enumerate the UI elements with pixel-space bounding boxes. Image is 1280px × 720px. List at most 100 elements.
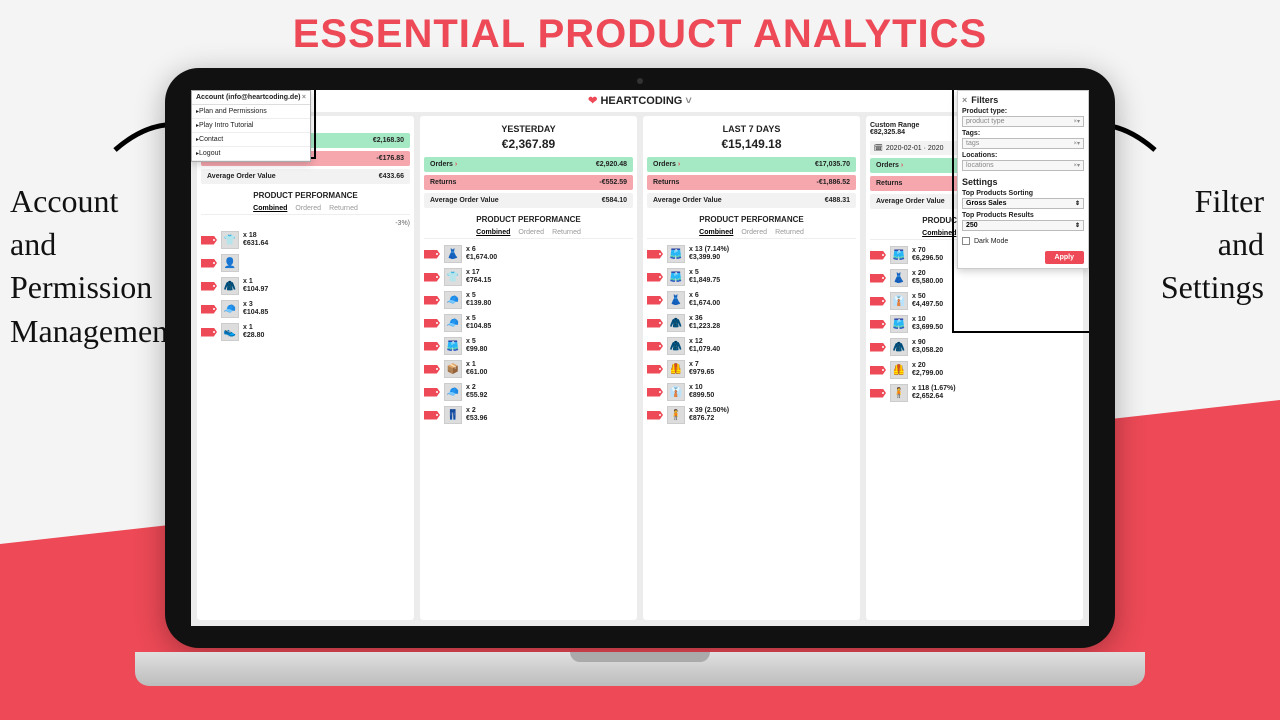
returns-pill[interactable]: Returns-€1,886.52	[647, 175, 856, 190]
tab-combined[interactable]: Combined	[476, 229, 510, 236]
sale-tag-icon	[647, 365, 663, 374]
product-row[interactable]: 🧢x 3€104.85	[201, 299, 410, 319]
product-thumb: 🩳	[667, 245, 685, 263]
calendar-icon: 🗓	[874, 144, 883, 152]
locations-select[interactable]: locations×▾	[962, 160, 1084, 171]
tab-ordered[interactable]: Ordered	[295, 205, 321, 212]
heart-icon: ❤	[588, 95, 597, 107]
orders-pill[interactable]: Orders ›€2,920.48	[424, 157, 633, 172]
product-thumb: 👗	[667, 291, 685, 309]
sale-tag-icon	[201, 259, 217, 268]
laptop-base	[135, 652, 1145, 686]
product-row[interactable]: 🦺x 20€2,799.00	[870, 360, 1079, 380]
sale-tag-icon	[424, 411, 440, 420]
sale-tag-icon	[424, 342, 440, 351]
account-menu-item[interactable]: Contact	[192, 133, 310, 147]
app-screen: ❤ HEARTCODING ˅ Orders ›€2,168.30Returns…	[191, 90, 1089, 626]
sale-tag-icon	[647, 296, 663, 305]
sort-select[interactable]: Gross Sales⇕	[962, 198, 1084, 209]
results-select[interactable]: 250⇕	[962, 220, 1084, 231]
sale-tag-icon	[870, 297, 886, 306]
product-row[interactable]: 👖x 2€53.96	[424, 405, 633, 425]
product-thumb: 🧥	[221, 277, 239, 295]
aov-pill: Average Order Value€584.10	[424, 193, 633, 208]
tab-combined[interactable]: Combined	[253, 205, 287, 212]
product-thumb: 👟	[221, 323, 239, 341]
product-row[interactable]: 🦺x 7€979.65	[647, 359, 856, 379]
product-row[interactable]: 🧥x 36€1,223.28	[647, 313, 856, 333]
product-row[interactable]: 👕x 17€764.15	[424, 267, 633, 287]
headline: ESSENTIAL PRODUCT ANALYTICS	[0, 12, 1280, 57]
sale-tag-icon	[647, 273, 663, 282]
product-row[interactable]: 🧢x 2€55.92	[424, 382, 633, 402]
product-thumb: 👔	[667, 383, 685, 401]
product-thumb: 🧢	[221, 300, 239, 318]
product-row[interactable]: 📦x 1€61.00	[424, 359, 633, 379]
product-thumb: 🩳	[890, 315, 908, 333]
product-row[interactable]: 👔x 50€4,497.50	[870, 291, 1079, 311]
tab-returned[interactable]: Returned	[775, 229, 804, 236]
returns-pill[interactable]: Returns-€552.59	[424, 175, 633, 190]
close-icon[interactable]: ×	[962, 95, 967, 105]
account-title: Account (info@heartcoding.de)	[196, 94, 300, 101]
product-thumb: 🧥	[890, 338, 908, 356]
tab-returned[interactable]: Returned	[552, 229, 581, 236]
filters-panel: × Filters Product type: product type×▾ T…	[957, 90, 1089, 269]
apply-button[interactable]: Apply	[1045, 251, 1084, 264]
tags-select[interactable]: tags×▾	[962, 138, 1084, 149]
dark-mode-toggle[interactable]: Dark Mode	[962, 237, 1084, 245]
period-title: LAST 7 DAYS	[647, 124, 856, 134]
sale-tag-icon	[647, 411, 663, 420]
account-menu-item[interactable]: Plan and Permissions	[192, 105, 310, 119]
product-row[interactable]: 👟x 1€28.80	[201, 322, 410, 342]
product-thumb: 🧍	[667, 406, 685, 424]
account-menu-item[interactable]: Play Intro Tutorial	[192, 119, 310, 133]
product-row[interactable]: 🩳x 13 (7.14%)€3,399.90	[647, 244, 856, 264]
product-row[interactable]: 👗x 20€5,580.00	[870, 268, 1079, 288]
product-type-label: Product type:	[962, 108, 1084, 115]
sale-tag-icon	[870, 343, 886, 352]
tab-combined[interactable]: Combined	[922, 230, 956, 237]
locations-label: Locations:	[962, 152, 1084, 159]
sale-tag-icon	[201, 305, 217, 314]
metric-column: Orders ›€2,168.30Returns-€176.83Average …	[197, 116, 414, 620]
product-row[interactable]: 👔x 10€899.50	[647, 382, 856, 402]
account-menu-item[interactable]: Logout	[192, 147, 310, 161]
sale-tag-icon	[870, 251, 886, 260]
product-row[interactable]: 🧍x 39 (2.50%)€876.72	[647, 405, 856, 425]
product-row[interactable]: 🧍x 118 (1.67%)€2,652.64	[870, 383, 1079, 403]
orders-pill[interactable]: Orders ›€17,035.70	[647, 157, 856, 172]
close-icon[interactable]: ×	[302, 94, 306, 101]
aov-pill: Average Order Value€488.31	[647, 193, 856, 208]
product-row[interactable]: 🩳x 5€99.80	[424, 336, 633, 356]
product-row[interactable]: 🧥x 12€1,079.40	[647, 336, 856, 356]
product-thumb: 🧥	[667, 314, 685, 332]
tab-ordered[interactable]: Ordered	[741, 229, 767, 236]
product-row[interactable]: 🧢x 5€139.80	[424, 290, 633, 310]
product-row[interactable]: 👕x 18€631.64	[201, 230, 410, 250]
product-thumb: 👔	[890, 292, 908, 310]
product-performance-title: PRODUCT PERFORMANCE	[201, 191, 410, 200]
tab-ordered[interactable]: Ordered	[518, 229, 544, 236]
sale-tag-icon	[870, 389, 886, 398]
product-type-select[interactable]: product type×▾	[962, 116, 1084, 127]
product-row[interactable]: 🧢x 5€104.85	[424, 313, 633, 333]
tags-label: Tags:	[962, 130, 1084, 137]
sale-tag-icon	[424, 365, 440, 374]
sale-tag-icon	[424, 296, 440, 305]
product-row[interactable]: 🧥x 1€104.97	[201, 276, 410, 296]
product-row[interactable]: 🩳x 5€1,849.75	[647, 267, 856, 287]
product-row[interactable]: 👤	[201, 253, 410, 273]
results-label: Top Products Results	[962, 212, 1084, 219]
product-row[interactable]: 👗x 6€1,674.00	[647, 290, 856, 310]
tab-returned[interactable]: Returned	[329, 205, 358, 212]
chevron-down-icon[interactable]: ˅	[682, 95, 691, 107]
settings-title: Settings	[962, 177, 1084, 187]
product-row[interactable]: 🧥x 90€3,058.20	[870, 337, 1079, 357]
metric-column: LAST 7 DAYS€15,149.18Orders ›€17,035.70R…	[643, 116, 860, 620]
product-row[interactable]: 🩳x 10€3,699.50	[870, 314, 1079, 334]
product-row[interactable]: 👗x 6€1,674.00	[424, 244, 633, 264]
tab-combined[interactable]: Combined	[699, 229, 733, 236]
aov-pill: Average Order Value€433.66	[201, 169, 410, 184]
product-thumb: 👤	[221, 254, 239, 272]
